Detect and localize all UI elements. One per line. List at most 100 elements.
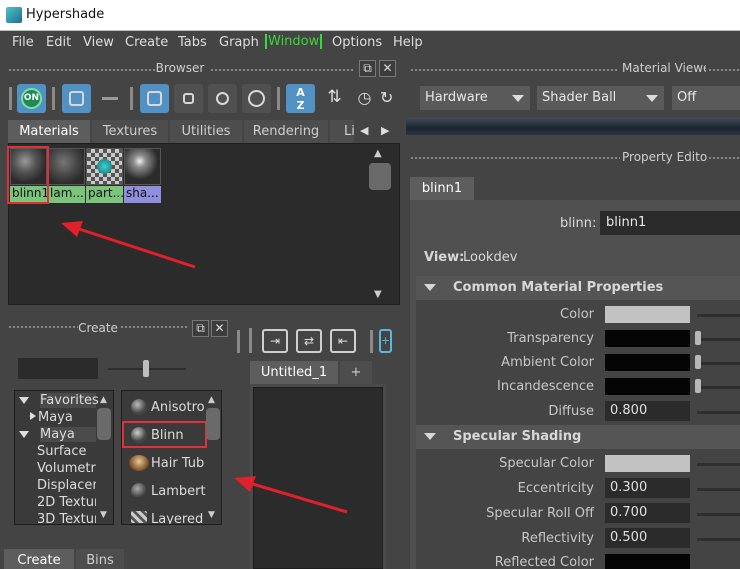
reflectivity-label: Reflectivity (521, 531, 594, 546)
float-panel-icon[interactable]: ⧉ (359, 60, 376, 77)
float-panel-icon[interactable]: ⧉ (192, 320, 209, 337)
tab-create[interactable]: Create (4, 549, 74, 569)
on-toggle-icon[interactable]: ON (17, 84, 46, 113)
clock-sort-icon[interactable]: ◷ (350, 84, 379, 113)
collapse-section-icon[interactable] (424, 433, 436, 440)
color-slider-track[interactable] (697, 314, 740, 317)
scroll-up-icon[interactable]: ▲ (374, 148, 382, 159)
renderer-dropdown[interactable]: Hardware (420, 86, 530, 110)
node-hair-tube[interactable]: Hair Tube (151, 456, 205, 471)
az-sort-icon[interactable]: AZ (286, 84, 315, 113)
type-sort-icon[interactable]: ⇅ (320, 84, 349, 113)
lambert-swatch[interactable] (48, 148, 85, 185)
specular-roll-off-field[interactable]: 0.700 (605, 503, 690, 523)
menu-options[interactable]: Options (332, 35, 382, 50)
category-scrollbar[interactable] (97, 408, 111, 440)
tab-blinn1[interactable]: blinn1 (410, 177, 474, 200)
specular-color-slider-track[interactable] (697, 463, 740, 466)
scroll-down-icon[interactable]: ▼ (374, 289, 382, 300)
scroll-down-icon[interactable]: ▼ (100, 510, 107, 520)
collapse-icon[interactable] (30, 412, 36, 420)
close-icon[interactable]: ✕ (379, 60, 396, 77)
eccentricity-field[interactable]: 0.300 (605, 478, 690, 498)
node-lambert[interactable]: Lambert (151, 484, 206, 499)
shape-dropdown[interactable]: Shader Ball (537, 86, 664, 110)
browser-scrollbar[interactable] (369, 163, 391, 190)
color-swatch[interactable] (605, 306, 690, 323)
category-2d-texture[interactable]: 2D Texture (37, 495, 96, 510)
input-output-connections-icon[interactable]: ⇄ (296, 329, 322, 353)
transparency-slider-track[interactable] (697, 338, 740, 341)
refresh-icon[interactable]: ↻ (380, 84, 398, 113)
specular-roll-off-slider-track[interactable] (697, 513, 740, 516)
node-anisotropic[interactable]: Anisotropic (151, 400, 205, 415)
tab-textures[interactable]: Textures (92, 120, 168, 143)
graph-materials-icon[interactable]: + (379, 329, 392, 353)
ambient-slider-track[interactable] (697, 362, 740, 365)
particle-cloud-swatch[interactable] (86, 148, 123, 185)
tab-bins[interactable]: Bins (76, 549, 124, 569)
tab-rendering[interactable]: Rendering (244, 120, 328, 143)
ambient-slider-handle[interactable] (695, 355, 701, 369)
collapse-section-icon[interactable] (424, 284, 436, 291)
transparency-swatch[interactable] (605, 330, 690, 347)
category-3d-texture[interactable]: 3D Texture (37, 512, 96, 524)
category-favorites[interactable]: Favorites (40, 393, 99, 408)
expand-icon[interactable] (19, 397, 29, 404)
graph-view-icon[interactable] (62, 84, 91, 113)
menu-create[interactable]: Create (125, 35, 168, 50)
create-search-input[interactable] (18, 358, 98, 379)
tab-scroll-left-icon[interactable]: ◀ (360, 124, 368, 137)
menu-window[interactable]: Window (265, 34, 323, 49)
shading-group-swatch[interactable] (124, 148, 161, 185)
menu-tabs[interactable]: Tabs (178, 35, 207, 50)
menu-file[interactable]: File (12, 35, 34, 50)
reflected-color-swatch[interactable] (605, 554, 690, 569)
scroll-down-icon[interactable]: ▼ (208, 510, 215, 520)
medium-icons-icon[interactable] (208, 84, 237, 113)
large-icons-icon[interactable] (242, 84, 271, 113)
incandescence-slider-track[interactable] (697, 386, 740, 389)
node-layered-shader[interactable]: Layered (151, 512, 205, 524)
menu-edit[interactable]: Edit (46, 35, 71, 50)
close-icon[interactable]: ✕ (211, 320, 228, 337)
expand-icon[interactable] (19, 431, 29, 438)
category-surface[interactable]: Surface (37, 444, 87, 459)
eccentricity-slider-track[interactable] (697, 488, 740, 491)
section-specular-shading[interactable]: Specular Shading (416, 425, 740, 449)
tab-scroll-right-icon[interactable]: ▶ (381, 124, 389, 137)
tab-materials[interactable]: Materials (8, 120, 90, 143)
tab-untitled-1[interactable]: Untitled_1 (250, 361, 338, 384)
reflectivity-field[interactable]: 0.500 (605, 528, 690, 548)
scroll-up-icon[interactable]: ▲ (208, 395, 215, 405)
small-icons-icon[interactable] (174, 84, 203, 113)
menu-view[interactable]: View (83, 35, 114, 50)
diffuse-slider-track[interactable] (697, 411, 740, 414)
input-connections-icon[interactable]: ⇥ (262, 329, 288, 353)
ambient-color-swatch[interactable] (605, 354, 690, 371)
node-name-field[interactable]: blinn1 (600, 211, 740, 235)
scroll-up-icon[interactable]: ▲ (100, 395, 107, 405)
output-connections-icon[interactable]: ⇤ (330, 329, 356, 353)
diffuse-field[interactable]: 0.800 (605, 401, 690, 421)
menu-graph[interactable]: Graph (219, 35, 259, 50)
incandescence-swatch[interactable] (605, 378, 690, 395)
reflectivity-slider-track[interactable] (697, 538, 740, 541)
incandescence-slider-handle[interactable] (695, 379, 701, 393)
transparency-slider-handle[interactable] (695, 331, 701, 345)
category-volumetric[interactable]: Volumetric (37, 461, 96, 476)
tab-utilities[interactable]: Utilities (170, 120, 242, 143)
category-favorites-maya[interactable]: Maya (38, 410, 73, 425)
environment-dropdown[interactable]: Off (672, 86, 740, 110)
specular-roll-off-label: Specular Roll Off (486, 506, 594, 521)
category-maya[interactable]: Maya (40, 427, 96, 442)
tab-lights[interactable]: Li (330, 120, 354, 143)
view-icons-icon[interactable] (140, 84, 169, 113)
node-scrollbar[interactable] (206, 408, 220, 440)
menu-help[interactable]: Help (393, 35, 423, 50)
category-displacement[interactable]: Displacem (37, 478, 96, 493)
section-common-material-properties[interactable]: Common Material Properties (416, 276, 740, 300)
icon-size-slider-handle[interactable] (143, 360, 149, 377)
specular-color-swatch[interactable] (605, 455, 690, 472)
tab-add[interactable]: + (340, 361, 372, 384)
